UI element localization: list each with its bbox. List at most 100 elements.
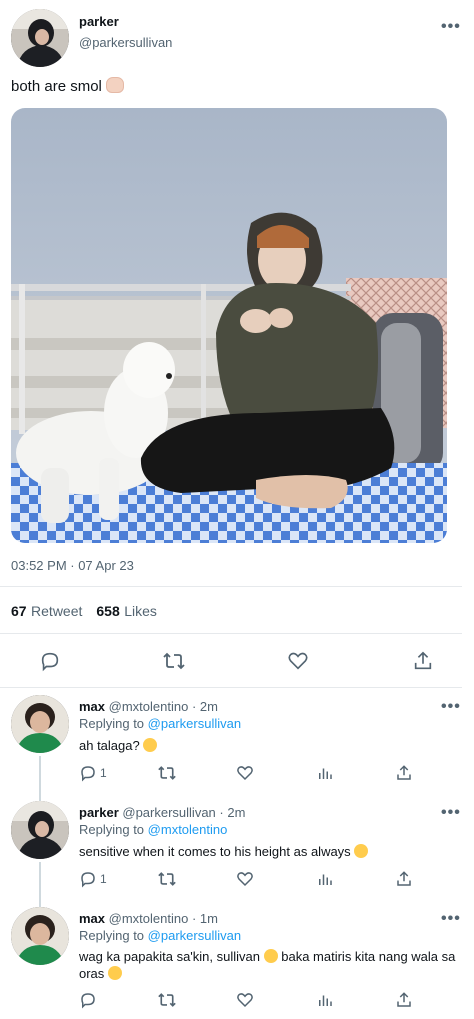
more-options-icon[interactable]: •••: [441, 804, 461, 822]
author-name[interactable]: parker: [79, 14, 119, 29]
reply-icon: [41, 652, 59, 672]
analytics-button[interactable]: [316, 991, 334, 1009]
retweet-count: 67: [11, 603, 27, 619]
reply-time: · 1m: [191, 911, 218, 926]
replying-to: Replying to @mxtolentino: [79, 822, 227, 837]
divider: [0, 687, 462, 688]
likes-stat[interactable]: 658 Likes: [96, 603, 157, 621]
analytics-button[interactable]: [316, 764, 334, 782]
reply-name[interactable]: max: [79, 699, 105, 714]
analytics-icon: [319, 995, 332, 1006]
author-handle[interactable]: @parkersullivan: [79, 35, 172, 50]
like-button[interactable]: [236, 991, 254, 1009]
replying-prefix: Replying to: [79, 822, 145, 837]
reply-handle[interactable]: @mxtolentino: [109, 911, 189, 926]
share-icon: [397, 871, 411, 886]
pinching-hand-icon: [105, 77, 124, 93]
tweet-stats: 67 Retweet 658 Likes: [11, 603, 157, 621]
reply-avatar[interactable]: [11, 695, 69, 753]
reply-text: ah talaga?: [79, 738, 158, 753]
divider: [0, 633, 462, 634]
heart-icon: [237, 766, 253, 781]
reply-count: 1: [100, 872, 107, 886]
tweet-timestamp[interactable]: 03:52 PM · 07 Apr 23: [11, 558, 134, 573]
reply-text: sensitive when it comes to his height as…: [79, 844, 369, 859]
heart-icon: [237, 872, 253, 887]
retweet-icon: [158, 993, 176, 1007]
retweet-icon: [158, 766, 176, 780]
author-avatar[interactable]: [11, 9, 69, 67]
reply-name[interactable]: max: [79, 911, 105, 926]
analytics-icon: [319, 768, 332, 779]
reply-count: 1: [100, 766, 107, 780]
like-button[interactable]: [287, 650, 309, 672]
retweet-stat[interactable]: 67 Retweet: [11, 603, 82, 621]
reply-handle[interactable]: @parkersullivan: [122, 805, 215, 820]
reply-handle[interactable]: @mxtolentino: [109, 699, 189, 714]
reply-icon: [81, 872, 95, 888]
replying-to-link[interactable]: @mxtolentino: [148, 822, 228, 837]
replying-to: Replying to @parkersullivan: [79, 716, 241, 731]
analytics-button[interactable]: [316, 870, 334, 888]
retweet-button[interactable]: [162, 650, 186, 672]
retweet-button[interactable]: [157, 764, 177, 782]
like-button[interactable]: [236, 764, 254, 782]
share-icon: [397, 992, 411, 1007]
relieved-face-icon: [143, 738, 158, 752]
reply-text-part3: oras: [79, 966, 105, 981]
reply-text-content: ah talaga?: [79, 738, 140, 753]
share-icon: [414, 651, 432, 670]
reply-text-part2: baka matiris kita nang wala sa: [281, 949, 456, 964]
share-button[interactable]: [395, 991, 413, 1009]
tweet-photo[interactable]: [11, 108, 447, 543]
more-options-icon[interactable]: •••: [441, 18, 461, 36]
more-options-icon[interactable]: •••: [441, 910, 461, 928]
reply-text-content: sensitive when it comes to his height as…: [79, 844, 351, 859]
heart-icon: [288, 652, 308, 670]
share-button[interactable]: [412, 650, 434, 672]
relieved-face-icon: [263, 949, 278, 963]
reply-name[interactable]: parker: [79, 805, 119, 820]
retweet-button[interactable]: [157, 991, 177, 1009]
retweet-button[interactable]: [157, 870, 177, 888]
retweet-icon: [163, 652, 185, 670]
like-button[interactable]: [236, 870, 254, 888]
reply-button[interactable]: 1: [79, 870, 107, 888]
reply-icon: [81, 993, 95, 1009]
reply-header: max @mxtolentino · 1m: [79, 911, 218, 926]
likes-label: Likes: [124, 603, 157, 619]
divider: [0, 586, 462, 587]
reply-button[interactable]: [79, 991, 97, 1009]
reply-avatar[interactable]: [11, 907, 69, 965]
replying-to: Replying to @parkersullivan: [79, 928, 241, 943]
reply-button[interactable]: [39, 650, 61, 672]
reply-time: · 2m: [219, 805, 246, 820]
reply-text: wag ka papakita sa'kin, sullivan baka ma…: [79, 948, 459, 982]
reply-text-part1: wag ka papakita sa'kin, sullivan: [79, 949, 260, 964]
thread-line: [39, 756, 41, 802]
replying-to-link[interactable]: @parkersullivan: [148, 928, 241, 943]
analytics-icon: [319, 874, 332, 885]
replying-to-link[interactable]: @parkersullivan: [148, 716, 241, 731]
retweet-icon: [158, 872, 176, 886]
relieved-face-icon: [107, 966, 122, 980]
reply-header: parker @parkersullivan · 2m: [79, 805, 245, 820]
share-icon: [397, 765, 411, 780]
share-button[interactable]: [395, 764, 413, 782]
reply-avatar[interactable]: [11, 801, 69, 859]
tweet-text-content: both are smol: [11, 78, 102, 95]
retweet-label: Retweet: [31, 603, 83, 619]
share-button[interactable]: [395, 870, 413, 888]
reply-text-line1: wag ka papakita sa'kin, sullivan baka ma…: [79, 948, 459, 965]
thread-line: [39, 862, 41, 908]
reply-text-line2: oras: [79, 965, 459, 982]
more-options-icon[interactable]: •••: [441, 698, 461, 716]
tweet-text: both are smol: [11, 77, 124, 95]
reply-time: · 2m: [191, 699, 218, 714]
replying-prefix: Replying to: [79, 928, 145, 943]
reply-icon: [81, 766, 95, 782]
replying-prefix: Replying to: [79, 716, 145, 731]
reply-button[interactable]: 1: [79, 764, 107, 782]
heart-icon: [237, 993, 253, 1008]
reply-header: max @mxtolentino · 2m: [79, 699, 218, 714]
